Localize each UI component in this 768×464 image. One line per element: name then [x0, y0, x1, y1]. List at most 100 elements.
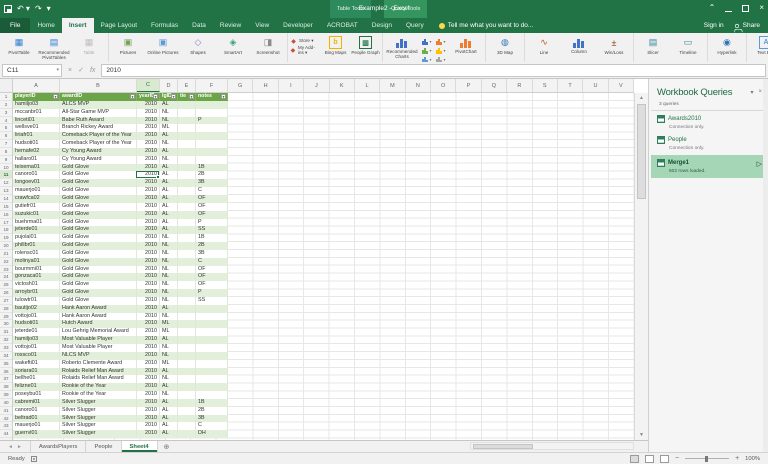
row-header-17[interactable]: 17	[0, 219, 12, 227]
query-flyout-icon[interactable]: ▷	[757, 160, 762, 168]
table-row[interactable]: liriafr01Comeback Player of the Year2010…	[13, 132, 228, 140]
enter-formula-icon[interactable]: ✓	[78, 66, 84, 74]
column-header-F[interactable]: F	[196, 79, 228, 92]
column-header-P[interactable]: P	[456, 79, 481, 92]
share-button[interactable]: Share	[734, 22, 760, 29]
row-header-36[interactable]: 36	[0, 368, 12, 376]
row-header-32[interactable]: 32	[0, 336, 12, 344]
table-row[interactable]: teixema01Gold Glove2010AL1B	[13, 164, 228, 172]
tab-home[interactable]: Home	[30, 18, 61, 33]
sheet-nav-right-icon[interactable]: ►	[17, 444, 22, 450]
filter-dropdown-icon[interactable]: ▾	[153, 94, 158, 99]
button-slicer[interactable]: ▤Slicer	[636, 35, 670, 55]
table-column-header-awardID[interactable]: awardID▾	[60, 93, 137, 101]
filter-dropdown-icon[interactable]: ▾	[171, 94, 176, 99]
table-row[interactable]: vottojo01Most Valuable Player2010NL	[13, 344, 228, 352]
row-header-4[interactable]: 4	[0, 117, 12, 125]
chart-type-button[interactable]: ▾	[420, 37, 434, 46]
tab-review[interactable]: Review	[213, 18, 248, 33]
page-layout-view-icon[interactable]	[645, 455, 654, 463]
row-header-37[interactable]: 37	[0, 375, 12, 383]
table-column-header-notes[interactable]: notes▾	[196, 93, 228, 101]
table-row[interactable]: beltrad01Silver Slugger2010AL3B	[13, 415, 228, 423]
column-header-R[interactable]: R	[507, 79, 532, 92]
row-header-44[interactable]: 44	[0, 430, 12, 438]
button-win/loss[interactable]: ±Win/Loss	[597, 35, 631, 55]
filter-dropdown-icon[interactable]: ▾	[189, 94, 194, 99]
row-header-33[interactable]: 33	[0, 344, 12, 352]
filter-dropdown-icon[interactable]: ▾	[130, 94, 135, 99]
insert-function-icon[interactable]: fx	[90, 67, 95, 74]
column-header-T[interactable]: T	[558, 79, 583, 92]
button-text-box[interactable]: AText Box	[749, 35, 768, 55]
scroll-down-icon[interactable]: ▼	[635, 430, 648, 440]
column-header-U[interactable]: U	[583, 79, 608, 92]
column-header-B[interactable]: B	[60, 79, 137, 92]
close-icon[interactable]: ×	[759, 3, 764, 13]
button-3d-map[interactable]: ◍3D Map	[488, 35, 522, 55]
cancel-formula-icon[interactable]: ×	[68, 67, 72, 74]
row-header-13[interactable]: 13	[0, 187, 12, 195]
row-header-39[interactable]: 39	[0, 391, 12, 399]
table-row[interactable]: tulowtr01Gold Glove2010NLSS	[13, 297, 228, 305]
panel-close-icon[interactable]: ×	[758, 89, 762, 96]
table-row[interactable]: wellsve01Branch Rickey Award2010ML	[13, 124, 228, 132]
table-row[interactable]: rossco01NLCS MVP2010NL	[13, 352, 228, 360]
zoom-level-label[interactable]: 100%	[745, 456, 760, 462]
row-header-38[interactable]: 38	[0, 383, 12, 391]
table-row[interactable]: guerrvl01Silver Slugger2010ALDH	[13, 430, 228, 438]
table-row[interactable]: mccanbr01All-Star Game MVP2010NL	[13, 109, 228, 117]
table-row[interactable]: bellhe01Rolaids Relief Man Award2010NL	[13, 375, 228, 383]
button-screenshot[interactable]: ◨Screenshot	[251, 35, 285, 55]
table-row[interactable]: vottojo01Hank Aaron Award2010NL	[13, 313, 228, 321]
row-header-16[interactable]: 16	[0, 211, 12, 219]
page-break-view-icon[interactable]	[660, 455, 669, 463]
restore-icon[interactable]	[742, 5, 749, 12]
table-row[interactable]: jeterde01Lou Gehrig Memorial Award2010ML	[13, 328, 228, 336]
name-box-dropdown-icon[interactable]: ▾	[56, 67, 59, 73]
table-column-header-yearID[interactable]: yearID▾	[137, 93, 160, 101]
row-header-21[interactable]: 21	[0, 250, 12, 258]
table-row[interactable]: soriara01Rolaids Relief Man Award2010AL	[13, 368, 228, 376]
minimize-icon[interactable]	[725, 11, 732, 12]
column-header-G[interactable]: G	[228, 79, 253, 92]
row-header-28[interactable]: 28	[0, 305, 12, 313]
filter-dropdown-icon[interactable]: ▾	[221, 94, 226, 99]
tab-design[interactable]: Design	[365, 18, 399, 33]
column-header-A[interactable]: A	[13, 79, 60, 92]
row-header-41[interactable]: 41	[0, 407, 12, 415]
row-header-1[interactable]: 1	[0, 93, 12, 101]
table-row[interactable]: rolensc01Gold Glove2010NL3B	[13, 250, 228, 258]
row-header-35[interactable]: 35	[0, 360, 12, 368]
normal-view-icon[interactable]	[630, 455, 639, 463]
table-row[interactable]: bourmmi01Gold Glove2010NLOF	[13, 266, 228, 274]
zoom-out-icon[interactable]: −	[675, 455, 679, 462]
vertical-scroll-thumb[interactable]	[637, 104, 646, 199]
row-header-29[interactable]: 29	[0, 313, 12, 321]
column-header-S[interactable]: S	[533, 79, 558, 92]
table-row[interactable]: pujolal01Gold Glove2010NL1B	[13, 234, 228, 242]
query-item-people[interactable]: PeopleConnection only.	[649, 132, 768, 153]
table-row[interactable]: crawfca02Gold Glove2010ALOF	[13, 195, 228, 203]
table-column-header-tie[interactable]: tie▾	[178, 93, 196, 101]
row-header-5[interactable]: 5	[0, 124, 12, 132]
vertical-scrollbar[interactable]: ▲ ▼	[634, 93, 648, 440]
name-box[interactable]: C11 ▾	[2, 64, 62, 77]
table-row[interactable]: longoev01Gold Glove2010AL3B	[13, 179, 228, 187]
table-column-header-playerID[interactable]: playerID▾	[13, 93, 60, 101]
column-header-O[interactable]: O	[431, 79, 456, 92]
table-row[interactable]: hudsoti01Hutch Award2010ML	[13, 320, 228, 328]
table-row[interactable]: buehrma01Gold Glove2010ALP	[13, 219, 228, 227]
undo-button[interactable]: ↶ ▾	[17, 2, 30, 16]
button-hyperlink[interactable]: ◉Hyperlink	[710, 35, 744, 55]
panel-dropdown-icon[interactable]: ▾	[750, 89, 753, 96]
row-header-19[interactable]: 19	[0, 234, 12, 242]
zoom-slider[interactable]	[685, 458, 729, 459]
horizontal-scrollbar[interactable]	[470, 442, 634, 450]
button-online-pictures[interactable]: ▣Online Pictures	[146, 35, 180, 55]
new-sheet-button[interactable]: ⊕	[158, 441, 176, 452]
button-table[interactable]: ▦Table	[72, 35, 106, 55]
button-shapes[interactable]: ◇Shapes	[181, 35, 215, 55]
zoom-in-icon[interactable]: +	[735, 455, 739, 462]
button-timeline[interactable]: ▭Timeline	[671, 35, 705, 55]
